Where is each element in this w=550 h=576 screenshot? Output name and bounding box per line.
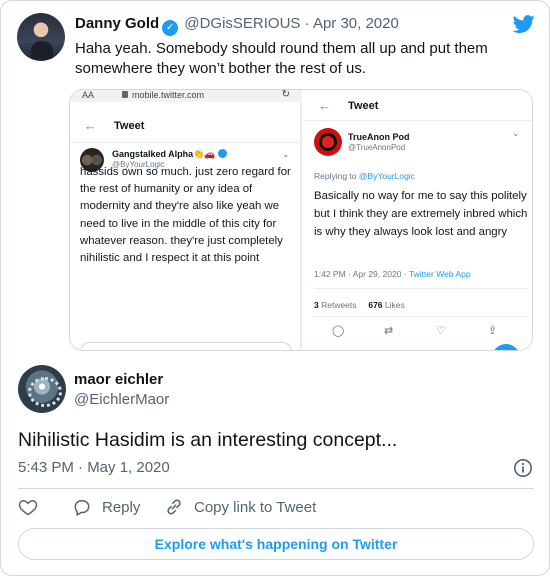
replying-handle: @ByYourLogic bbox=[358, 171, 415, 181]
divider bbox=[18, 488, 534, 489]
reply-icon bbox=[74, 500, 90, 516]
reply-icon: ◯ bbox=[332, 325, 345, 337]
tweet-attached-image[interactable]: AA mobile.twitter.com ↻ ← Tweet Gangstal… bbox=[69, 89, 533, 351]
back-arrow-icon: ← bbox=[84, 118, 97, 133]
quoted-tweet-date[interactable]: Apr 30, 2020 bbox=[313, 15, 399, 32]
reload-icon: ↻ bbox=[281, 89, 290, 100]
twitter-bird-icon[interactable] bbox=[511, 13, 537, 35]
embedded-left-author-emoji: 👏🚗 bbox=[193, 149, 216, 159]
tweet-embed-card: Danny Gold ✓ @DGisSERIOUS · Apr 30, 2020 … bbox=[0, 0, 550, 576]
retweet-icon: ⇄ bbox=[384, 325, 394, 337]
embedded-right-text: Basically no way for me to say this poli… bbox=[314, 190, 528, 238]
quoted-separator: · bbox=[304, 15, 310, 32]
tweet-text: Nihilistic Hasidim is an interesting con… bbox=[18, 429, 398, 451]
copy-link-button[interactable]: Copy link to Tweet bbox=[164, 497, 316, 517]
quoted-author-handle[interactable]: @DGisSERIOUS bbox=[184, 15, 300, 32]
embedded-right-source: Twitter Web App bbox=[408, 269, 471, 279]
browser-url-bar: AA mobile.twitter.com ↻ bbox=[70, 90, 302, 102]
compose-fab bbox=[492, 344, 520, 350]
embedded-right-nav: ← Tweet bbox=[318, 98, 518, 120]
likes-label: Likes bbox=[382, 300, 405, 310]
embedded-right-nav-title: Tweet bbox=[348, 100, 379, 112]
share-icon: ⇪ bbox=[488, 325, 498, 337]
explore-twitter-button[interactable]: Explore what's happening on Twitter bbox=[18, 528, 534, 560]
embedded-left-next-card bbox=[80, 342, 292, 350]
divider bbox=[314, 316, 528, 317]
embedded-left-text: hassids own so much. just zero regard fo… bbox=[80, 166, 291, 265]
retweets-label: Retweets bbox=[318, 300, 357, 310]
quoted-tweet-header: Danny Gold ✓ @DGisSERIOUS · Apr 30, 2020 bbox=[75, 15, 399, 36]
embedded-left-nav-title: Tweet bbox=[114, 120, 145, 132]
divider bbox=[314, 288, 528, 289]
verified-badge-icon bbox=[217, 149, 227, 158]
replying-prefix: Replying to bbox=[314, 171, 359, 181]
lock-icon bbox=[122, 91, 128, 98]
like-button[interactable] bbox=[18, 497, 48, 517]
embedded-left-author-name-text: Gangstalked Alpha bbox=[112, 149, 194, 159]
reply-label: Reply bbox=[102, 498, 141, 516]
likes-count: 676 bbox=[368, 300, 383, 310]
quoted-author-name[interactable]: Danny Gold bbox=[75, 15, 159, 32]
back-arrow-icon: ← bbox=[318, 98, 331, 113]
chevron-down-icon: ⌄ bbox=[512, 128, 520, 138]
quoted-tweet-text: Haha yeah. Somebody should round them al… bbox=[75, 40, 488, 77]
verified-badge-icon: ✓ bbox=[162, 20, 179, 36]
embedded-right-meta: 1:42 PM · Apr 29, 2020 · Twitter Web App bbox=[314, 269, 471, 279]
browser-url: mobile.twitter.com bbox=[132, 90, 205, 100]
divider bbox=[70, 142, 302, 143]
embedded-left-author-name: Gangstalked Alpha👏🚗 bbox=[112, 149, 227, 160]
embedded-left-nav: ← Tweet bbox=[84, 118, 284, 140]
browser-aa: AA bbox=[82, 90, 95, 100]
embedded-right-actions: ◯ ⇄ ♡ ⇪ bbox=[304, 324, 532, 344]
embedded-right-author-name: TrueAnon Pod bbox=[348, 132, 410, 142]
embedded-right-replying-to: Replying to @ByYourLogic bbox=[314, 171, 415, 181]
embedded-right-author-handle: @TrueAnonPod bbox=[348, 143, 406, 152]
info-icon[interactable] bbox=[513, 458, 533, 478]
link-icon bbox=[167, 499, 181, 515]
chevron-down-icon: ⌄ bbox=[282, 149, 290, 159]
embedded-screenshot-left: AA mobile.twitter.com ↻ ← Tweet Gangstal… bbox=[70, 90, 302, 350]
embedded-screenshot-right: ← Tweet TrueAnon Pod @TrueAnonPod ⌄ Repl… bbox=[304, 90, 532, 350]
tweet-timestamp[interactable]: 5:43 PM · May 1, 2020 bbox=[18, 459, 170, 476]
embedded-right-time: 1:42 PM · Apr 29, 2020 · bbox=[314, 269, 409, 279]
heart-icon bbox=[18, 499, 38, 516]
author-handle[interactable]: @EichlerMaor bbox=[74, 391, 169, 408]
divider bbox=[304, 120, 532, 121]
quoted-author-avatar[interactable] bbox=[17, 13, 65, 61]
like-icon: ♡ bbox=[436, 325, 446, 337]
copy-link-label: Copy link to Tweet bbox=[194, 498, 317, 516]
embedded-right-stats: 3 Retweets 676 Likes bbox=[314, 300, 405, 310]
embedded-right-avatar bbox=[314, 128, 342, 156]
author-name[interactable]: maor eichler bbox=[74, 371, 163, 388]
author-avatar[interactable] bbox=[18, 365, 66, 413]
reply-button[interactable]: Reply bbox=[72, 497, 140, 517]
